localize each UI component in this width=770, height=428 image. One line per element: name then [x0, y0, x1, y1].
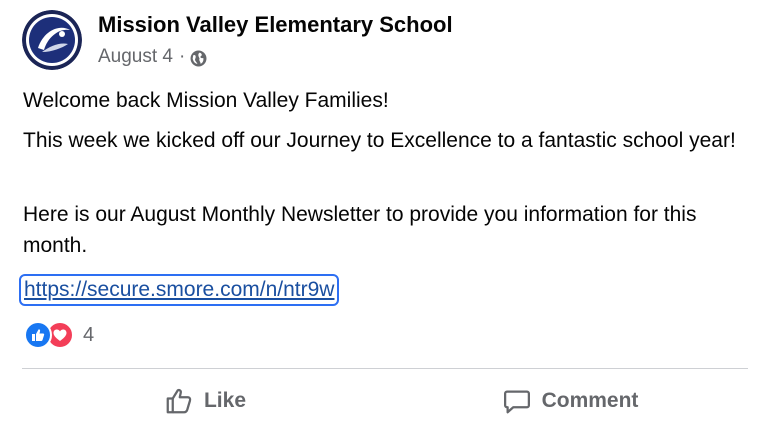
like-button-label: Like — [203, 389, 247, 412]
like-button[interactable]: Like — [120, 380, 290, 422]
post-text-paragraph: Welcome back Mission Valley Families! — [23, 89, 389, 112]
divider — [22, 368, 748, 369]
school-logo-avatar[interactable] — [22, 10, 82, 70]
post-text-paragraph: This week we kicked off our Journey to E… — [23, 129, 736, 152]
meta-separator: · — [179, 46, 186, 67]
post-meta: August 4 · — [98, 46, 207, 68]
post-date[interactable]: August 4 — [98, 46, 173, 68]
like-reaction-icon — [24, 321, 52, 349]
comment-button[interactable]: Comment — [480, 380, 660, 422]
page-name[interactable]: Mission Valley Elementary School — [98, 12, 453, 38]
facebook-post: Mission Valley Elementary School August … — [0, 0, 770, 428]
reactions-summary[interactable]: 4 — [24, 321, 94, 349]
globe-icon[interactable] — [190, 50, 207, 67]
comment-bubble-icon — [503, 390, 530, 414]
thumbs-up-icon — [166, 388, 192, 414]
school-logo-icon — [22, 10, 82, 70]
comment-button-label: Comment — [541, 389, 639, 412]
post-text-paragraph: Here is our August Monthly Newsletter to… — [23, 203, 697, 257]
newsletter-link[interactable]: https://secure.smore.com/n/ntr9w — [19, 274, 340, 306]
reaction-count: 4 — [83, 323, 95, 346]
